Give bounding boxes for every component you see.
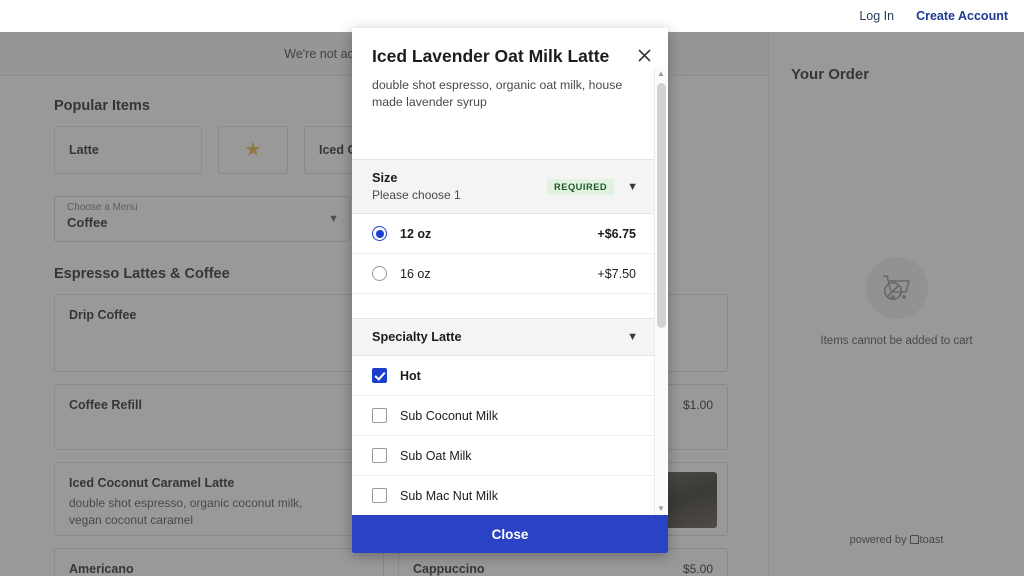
checkbox-sub-mac-nut-milk[interactable]: [372, 488, 387, 504]
option-group-subtitle: Please choose 1: [372, 188, 461, 203]
option-row-sub-oat-milk[interactable]: Sub Oat Milk: [352, 436, 654, 477]
option-row-sub-mac-nut-milk[interactable]: Sub Mac Nut Milk: [352, 476, 654, 515]
scrollbar-thumb[interactable]: [657, 82, 666, 328]
option-label: Sub Mac Nut Milk: [400, 488, 498, 503]
checkbox-sub-coconut-milk[interactable]: [372, 408, 387, 424]
checkbox-hot[interactable]: [372, 368, 387, 384]
close-icon[interactable]: [633, 44, 655, 66]
option-row-16oz[interactable]: 16 oz +$7.50: [352, 254, 654, 295]
modal-scrollbar[interactable]: ▲ ▼: [654, 66, 667, 515]
scroll-up-arrow-icon[interactable]: ▲: [655, 67, 667, 80]
modal-header: Iced Lavender Oat Milk Latte: [352, 28, 668, 67]
option-price: +$6.75: [597, 226, 636, 241]
option-price: +$7.50: [597, 266, 636, 281]
radio-12oz[interactable]: [372, 226, 387, 242]
modal-scroll-area: double shot espresso, organic oat milk, …: [352, 66, 668, 515]
option-label: Sub Oat Milk: [400, 448, 472, 463]
option-label: 12 oz: [400, 226, 432, 241]
app-root: Log In Create Account We're not acceptin…: [0, 0, 1024, 576]
item-detail-modal: Iced Lavender Oat Milk Latte double shot…: [352, 28, 668, 553]
modal-description: double shot espresso, organic oat milk, …: [372, 77, 623, 110]
radio-16oz[interactable]: [372, 266, 387, 282]
scroll-down-arrow-icon[interactable]: ▼: [655, 502, 667, 515]
option-label: Hot: [400, 368, 421, 383]
option-row-sub-coconut-milk[interactable]: Sub Coconut Milk: [352, 396, 654, 437]
option-group-header-size[interactable]: Size Please choose 1 REQUIRED ▼: [352, 159, 654, 215]
create-account-link[interactable]: Create Account: [916, 9, 1008, 23]
chevron-down-icon[interactable]: ▼: [627, 331, 638, 343]
log-in-link[interactable]: Log In: [859, 9, 894, 23]
modal-title: Iced Lavender Oat Milk Latte: [372, 46, 610, 66]
option-group-name: Size: [372, 171, 398, 186]
option-row-12oz[interactable]: 12 oz +$6.75: [352, 214, 654, 255]
option-label: 16 oz: [400, 266, 431, 281]
option-label: Sub Coconut Milk: [400, 408, 498, 423]
option-row-hot[interactable]: Hot: [352, 356, 654, 397]
option-group-name: Specialty Latte: [372, 330, 462, 345]
modal-footer: Close: [352, 515, 668, 553]
chevron-down-icon[interactable]: ▼: [627, 181, 638, 193]
required-badge: REQUIRED: [547, 178, 615, 195]
close-button[interactable]: Close: [352, 515, 668, 553]
checkbox-sub-oat-milk[interactable]: [372, 448, 387, 464]
option-group-header-specialty-latte[interactable]: Specialty Latte ▼: [352, 318, 654, 357]
